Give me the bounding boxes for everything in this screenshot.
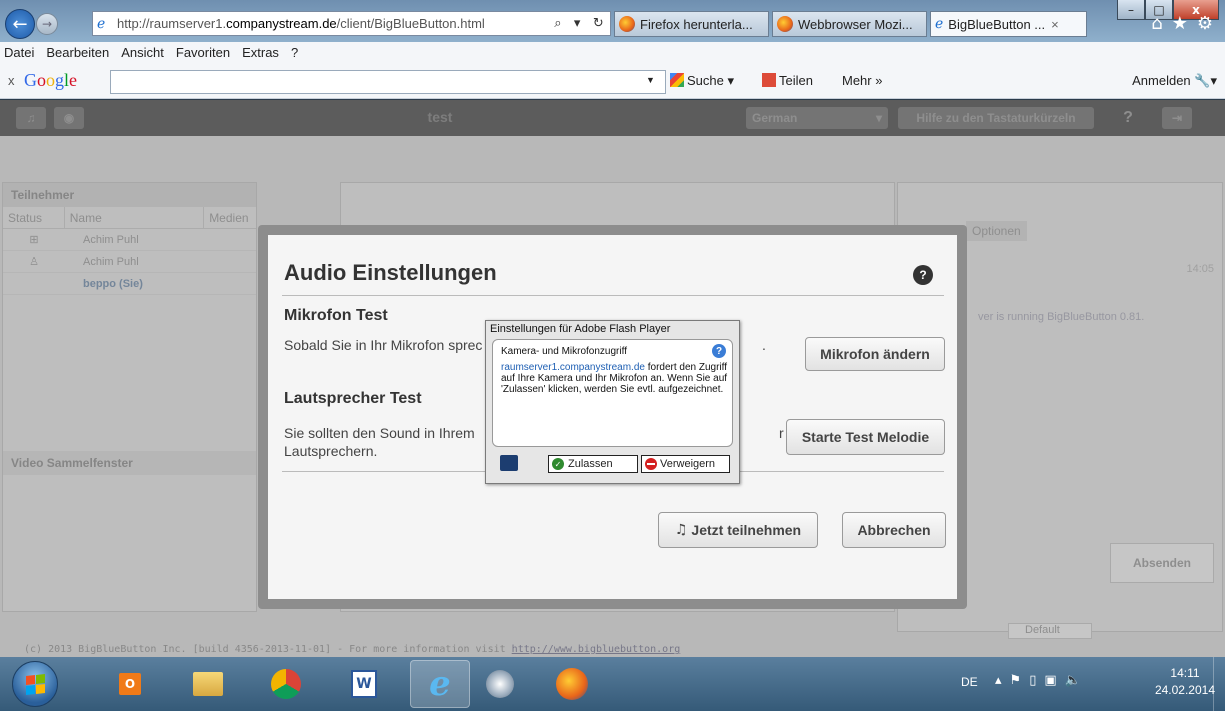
settings-gear-icon[interactable]: ⚙ (1197, 13, 1213, 34)
outlook-icon: O (119, 673, 141, 695)
volume-icon[interactable]: 🔈 (1065, 673, 1089, 688)
join-audio-button[interactable]: ♫ Jetzt teilnehmen (658, 512, 818, 548)
camera-settings-icon[interactable] (500, 455, 518, 471)
flash-permission-heading: Kamera- und Mikrofonzugriff (501, 346, 627, 357)
firefox-icon (619, 16, 635, 32)
flash-help-icon[interactable]: ? (712, 344, 726, 358)
deny-button[interactable]: Verweigern (641, 455, 730, 473)
share-button[interactable]: Teilen (762, 73, 813, 88)
divider (282, 295, 944, 296)
address-url[interactable]: http://raumserver1.companystream.de/clie… (117, 16, 548, 31)
input-language[interactable]: DE (961, 675, 978, 689)
system-tray: DE ▴⚑▯▣🔈 14:11 24.02.2014 (925, 657, 1225, 711)
google-search-button[interactable]: Suche ▾ (670, 73, 734, 89)
taskbar-chrome[interactable] (256, 660, 316, 708)
taskbar-firefox[interactable] (542, 660, 602, 708)
taskbar-outlook[interactable]: O (100, 660, 160, 708)
address-bar[interactable]: ℯ http://raumserver1.companystream.de/cl… (92, 11, 611, 36)
start-button[interactable] (12, 661, 58, 707)
google-toolbar: x Google ▼ Suche ▾ Teilen Mehr » Anmelde… (0, 63, 1225, 99)
windows-logo-icon (25, 673, 45, 695)
clock[interactable]: 14:11 24.02.2014 (1155, 665, 1215, 699)
firefox-icon (777, 16, 793, 32)
menu-bar: Datei Bearbeiten Ansicht Favoriten Extra… (0, 42, 1225, 63)
dropdown-icon[interactable]: ▾ (574, 16, 581, 31)
footer-link[interactable]: http://www.bigbluebutton.org (512, 644, 681, 655)
battery-icon[interactable]: ▯ (1029, 673, 1044, 688)
firefox-icon (556, 668, 588, 700)
google-search-input[interactable] (110, 70, 666, 94)
taskbar-word[interactable]: W (334, 660, 394, 708)
google-plus-icon (762, 73, 776, 87)
deny-icon (645, 458, 657, 470)
menu-ansicht[interactable]: Ansicht (121, 45, 164, 60)
taskbar-internet-explorer[interactable]: ℯ (410, 660, 470, 708)
dialog-title: Audio Einstellungen (284, 260, 497, 285)
speaker-test-heading: Lautsprecher Test (284, 390, 422, 407)
arrow-right-icon: → (41, 17, 53, 31)
tab-bigbluebutton[interactable]: ℯ BigBlueButton ... × (930, 11, 1087, 37)
media-icon (486, 670, 514, 698)
browser-titlebar: – □ x ← → ℯ http://raumserver1.companyst… (0, 0, 1225, 42)
cancel-button[interactable]: Abbrechen (842, 512, 946, 548)
flash-settings-dialog: Einstellungen für Adobe Flash Player Kam… (485, 320, 740, 484)
refresh-icon[interactable]: ↻ (593, 16, 604, 31)
check-icon: ✓ (552, 458, 564, 470)
back-button[interactable]: ← (5, 9, 35, 39)
network-icon[interactable]: ▣ (1044, 673, 1064, 688)
menu-datei[interactable]: Datei (4, 45, 34, 60)
show-desktop-button[interactable] (1213, 657, 1225, 711)
flash-dialog-title: Einstellungen für Adobe Flash Player (490, 323, 671, 335)
taskbar-media-center[interactable] (470, 660, 530, 708)
headset-icon: ♫ (674, 522, 688, 538)
home-icon[interactable]: ⌂ (1151, 13, 1162, 34)
minimize-button[interactable]: – (1117, 0, 1145, 20)
search-icon[interactable]: ⌕ (554, 16, 561, 31)
flash-permission-text: raumserver1.companystream.de fordert den… (501, 362, 728, 395)
dialog-help-button[interactable]: ? (913, 265, 933, 285)
chrome-icon (271, 669, 301, 699)
close-toolbar-icon[interactable]: x (8, 73, 15, 88)
menu-favoriten[interactable]: Favoriten (176, 45, 230, 60)
start-test-melody-button[interactable]: Starte Test Melodie (786, 419, 945, 455)
wrench-icon[interactable]: 🔧▾ (1194, 73, 1217, 88)
mic-test-heading: Mikrofon Test (284, 307, 388, 324)
close-tab-icon[interactable]: × (1051, 17, 1059, 32)
tab-firefox-download[interactable]: Firefox herunterla... (614, 11, 769, 37)
flash-permission-box: Kamera- und Mikrofonzugriff ? raumserver… (492, 339, 733, 447)
more-button[interactable]: Mehr » (842, 73, 882, 88)
menu-help[interactable]: ? (291, 45, 298, 60)
menu-extras[interactable]: Extras (242, 45, 279, 60)
windows-taskbar: O W ℯ DE ▴⚑▯▣🔈 14:11 24.02.2014 (0, 657, 1225, 711)
menu-bearbeiten[interactable]: Bearbeiten (46, 45, 109, 60)
ie-page-icon: ℯ (97, 15, 106, 32)
change-mic-button[interactable]: Mikrofon ändern (805, 337, 945, 371)
google-logo: Google (24, 70, 78, 90)
sign-in-button[interactable]: Anmelden 🔧▾ (1132, 73, 1217, 89)
taskbar-explorer[interactable] (178, 660, 238, 708)
show-hidden-icons[interactable]: ▴ (995, 673, 1010, 688)
google-search-icon (670, 73, 684, 87)
folder-icon (193, 672, 223, 696)
chevron-down-icon[interactable]: ▼ (646, 75, 655, 85)
ie-icon: ℯ (429, 664, 451, 704)
tab-webbrowser-mozilla[interactable]: Webbrowser Mozi... (772, 11, 927, 37)
favorites-star-icon[interactable]: ★ (1172, 13, 1188, 34)
footer: (c) 2013 BigBlueButton Inc. [build 4356-… (24, 644, 681, 655)
arrow-left-icon: ← (12, 13, 28, 35)
forward-button[interactable]: → (36, 13, 58, 35)
word-icon: W (351, 670, 377, 698)
allow-button[interactable]: ✓ Zulassen (548, 455, 638, 473)
flag-icon[interactable]: ⚑ (1010, 673, 1030, 688)
ie-page-icon: ℯ (935, 16, 944, 32)
